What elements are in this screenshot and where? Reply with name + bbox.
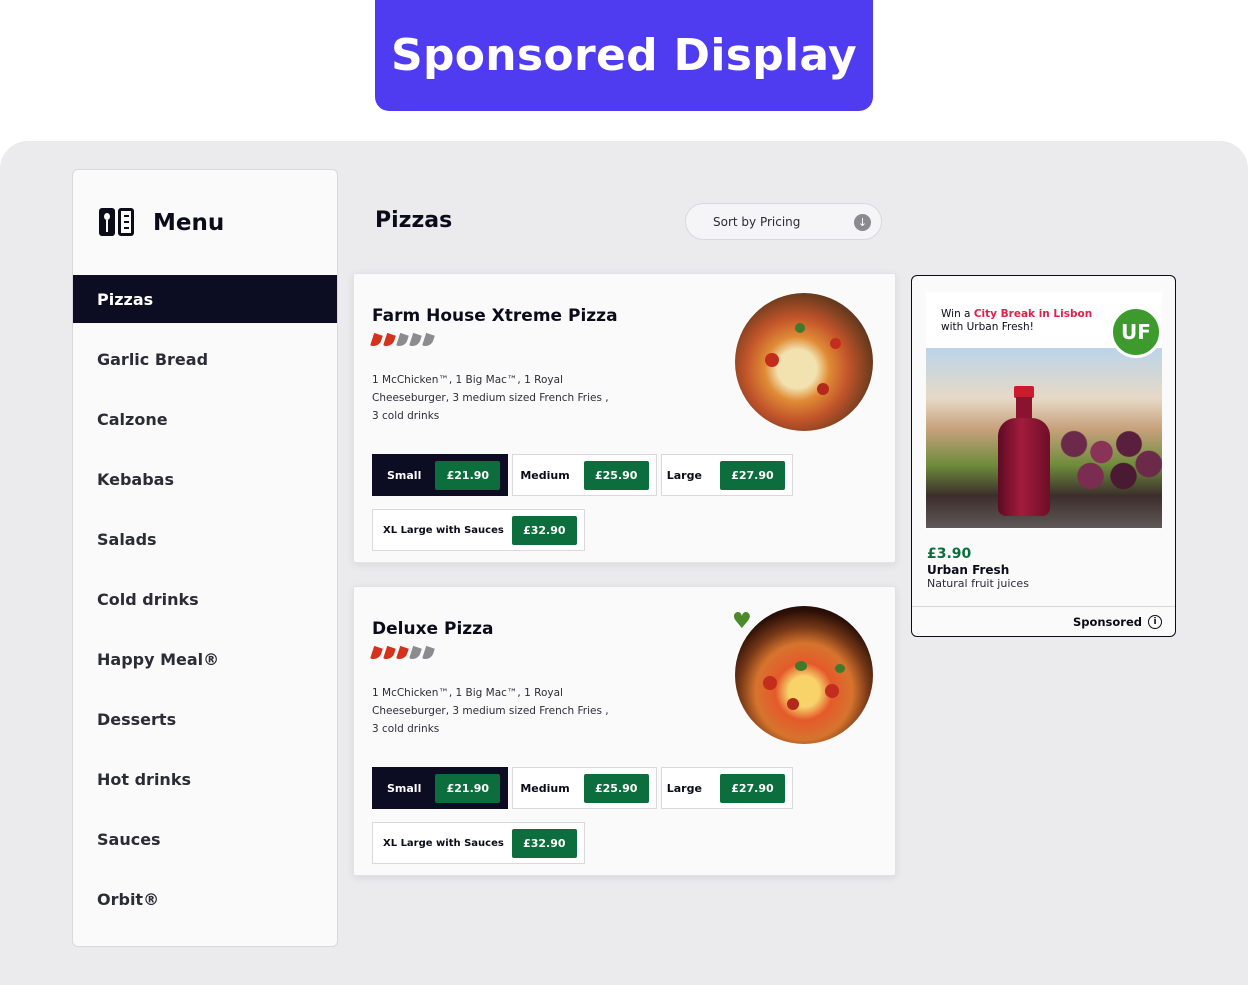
price-tag: £27.90 (719, 773, 785, 803)
sidebar-item-calzone[interactable]: Calzone (73, 389, 337, 449)
product-card: Deluxe Pizza 1 McChicken™, 1 Big Mac™, 1… (353, 586, 896, 876)
price-tag: £25.90 (583, 773, 649, 803)
sidebar-item-happy-meal[interactable]: Happy Meal® (73, 629, 337, 689)
ad-price: £3.90 (927, 546, 972, 562)
sidebar-item-cold-drinks[interactable]: Cold drinks (73, 569, 337, 629)
grapes (1052, 420, 1162, 500)
arrow-down-icon: ↓ (854, 214, 871, 231)
sidebar-item-salads[interactable]: Salads (73, 509, 337, 569)
chili-icon (409, 645, 422, 662)
product-name: Farm House Xtreme Pizza (372, 306, 618, 326)
ad-subtitle: Natural fruit juices (927, 577, 1029, 590)
sidebar-item-kebabas[interactable]: Kebabas (73, 449, 337, 509)
urban-fresh-logo: UF (1110, 306, 1162, 358)
sponsored-ad-card[interactable]: Win a City Break in Lisbon with Urban Fr… (911, 275, 1176, 637)
juice-bottle (998, 386, 1050, 516)
sidebar-header: Menu (99, 208, 224, 238)
chili-icon (383, 332, 396, 349)
sidebar-item-desserts[interactable]: Desserts (73, 689, 337, 749)
size-option-xl-large-with-sauces[interactable]: XL Large with Sauces £32.90 (372, 509, 585, 551)
product-description: 1 McChicken™, 1 Big Mac™, 1 Royal Cheese… (372, 374, 609, 422)
price-tag: £25.90 (583, 460, 649, 490)
price-tag: £27.90 (719, 460, 785, 490)
size-options-extra: XL Large with Sauces £32.90 (372, 822, 585, 864)
ad-footer: Sponsored i (912, 606, 1175, 636)
size-options-extra: XL Large with Sauces £32.90 (372, 509, 585, 551)
sidebar-nav: Pizzas Garlic Bread Calzone Kebabas Sala… (73, 275, 337, 929)
price-tag: £21.90 (435, 460, 501, 490)
chili-icon (396, 332, 409, 349)
chili-icon (383, 645, 396, 662)
product-card: Farm House Xtreme Pizza 1 McChicken™, 1 … (353, 273, 896, 563)
chili-icon (370, 645, 383, 662)
chili-icon (422, 645, 435, 662)
sponsored-label: Sponsored (1072, 615, 1142, 629)
ad-creative[interactable]: Win a City Break in Lisbon with Urban Fr… (926, 292, 1162, 529)
ad-brand: Urban Fresh (927, 563, 1010, 577)
sidebar-title: Menu (153, 210, 225, 236)
sidebar-item-pizzas[interactable]: Pizzas (73, 275, 337, 323)
price-tag: £21.90 (435, 773, 501, 803)
pizza-image (735, 606, 873, 744)
sidebar-item-hot-drinks[interactable]: Hot drinks (73, 749, 337, 809)
page-title: Pizzas (375, 208, 453, 233)
sort-dropdown[interactable]: Sort by Pricing ↓ (685, 203, 882, 240)
chili-icon (396, 645, 409, 662)
price-tag: £32.90 (511, 828, 577, 858)
size-options: Small £21.90 Medium £25.90 Large £27.90 (372, 767, 793, 809)
sidebar-item-garlic-bread[interactable]: Garlic Bread (73, 329, 337, 389)
size-option-small[interactable]: Small £21.90 (372, 454, 509, 496)
spice-rating (370, 645, 435, 662)
size-option-large[interactable]: Large £27.90 (660, 454, 793, 496)
size-option-xl-large-with-sauces[interactable]: XL Large with Sauces £32.90 (372, 822, 585, 864)
price-tag: £32.90 (511, 515, 577, 545)
heart-icon[interactable]: ♥ (732, 611, 754, 633)
juice-bottle-image (926, 348, 1162, 528)
sponsored-display-banner: Sponsored Display (375, 0, 873, 111)
chili-icon (422, 332, 435, 349)
sidebar-item-orbit[interactable]: Orbit® (73, 869, 337, 929)
product-description: 1 McChicken™, 1 Big Mac™, 1 Royal Cheese… (372, 687, 609, 735)
size-option-medium[interactable]: Medium £25.90 (512, 767, 657, 809)
sort-label: Sort by Pricing (713, 214, 801, 229)
size-options: Small £21.90 Medium £25.90 Large £27.90 (372, 454, 793, 496)
banner-title: Sponsored Display (390, 30, 857, 81)
ad-headline: Win a City Break in Lisbon with Urban Fr… (941, 308, 1093, 333)
product-name: Deluxe Pizza (372, 619, 494, 639)
menu-book-icon (99, 208, 135, 238)
info-icon[interactable]: i (1148, 615, 1162, 629)
size-option-large[interactable]: Large £27.90 (660, 767, 793, 809)
pizza-image (735, 293, 873, 431)
chili-icon (370, 332, 383, 349)
sidebar: Menu Pizzas Garlic Bread Calzone Kebabas… (72, 169, 338, 947)
size-option-small[interactable]: Small £21.90 (372, 767, 509, 809)
spice-rating (370, 332, 435, 349)
size-option-medium[interactable]: Medium £25.90 (512, 454, 657, 496)
chili-icon (409, 332, 422, 349)
sidebar-item-sauces[interactable]: Sauces (73, 809, 337, 869)
